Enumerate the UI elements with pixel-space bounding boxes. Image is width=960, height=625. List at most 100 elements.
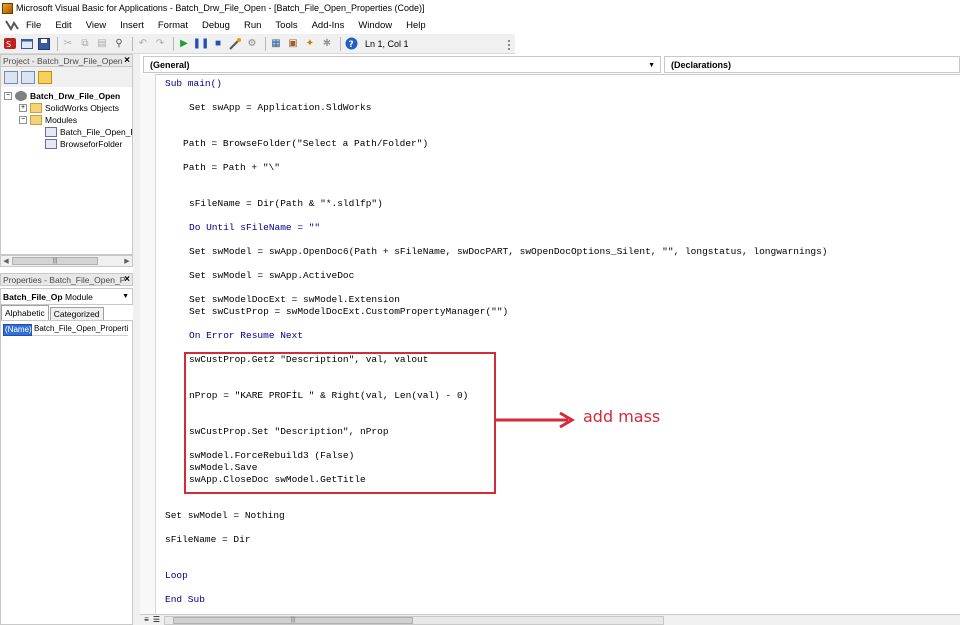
code-line-text: Set swApp = Application.SldWorks [189, 102, 372, 113]
project-explorer-icon[interactable]: ▦ [269, 37, 283, 51]
code-line-text: Set swCustProp = swModelDocExt.CustomPro… [189, 306, 509, 317]
code-line[interactable]: Set swModelDocExt = swModel.Extension [189, 294, 400, 306]
code-line[interactable]: Sub main() [165, 78, 222, 90]
code-line[interactable]: Set swCustProp = swModelDocExt.CustomPro… [189, 306, 508, 318]
scroll-right-icon[interactable]: ▶ [122, 257, 132, 265]
menu-help[interactable]: Help [406, 20, 426, 31]
reset-icon[interactable]: ■ [211, 37, 225, 51]
property-value[interactable]: Batch_File_Open_Properti [32, 324, 128, 336]
code-editor[interactable] [140, 74, 960, 614]
toolbar-separator [340, 36, 341, 51]
run-icon[interactable]: ▶ [177, 37, 191, 51]
project-tree: − Batch_Drw_File_Open + SolidWorks Objec… [0, 87, 133, 255]
chevron-down-icon[interactable]: ▼ [648, 62, 655, 69]
toolbar-separator [265, 36, 266, 51]
tree-module-item[interactable]: BrowseforFolder [45, 138, 122, 150]
title-bar: Microsoft Visual Basic for Applications … [0, 0, 960, 16]
solidworks-icon[interactable]: S [3, 37, 17, 51]
code-line[interactable]: Path = Path + "\" [183, 162, 280, 174]
code-line[interactable]: Loop [165, 570, 188, 582]
menu-window[interactable]: Window [358, 20, 392, 31]
scroll-thumb[interactable]: ||| [173, 617, 413, 624]
tree-module-item[interactable]: Batch_File_Open_Pr [45, 126, 132, 138]
tree-root-label: Batch_Drw_File_Open [30, 91, 121, 101]
properties-object-select[interactable]: Batch_File_Op Module ▼ [0, 288, 133, 305]
code-line[interactable]: Path = BrowseFolder("Select a Path/Folde… [183, 138, 428, 150]
scroll-left-icon[interactable]: ◀ [1, 257, 11, 265]
code-horizontal-scrollbar[interactable]: ||| [164, 616, 664, 625]
menu-insert[interactable]: Insert [120, 20, 144, 31]
save-icon[interactable] [37, 37, 51, 51]
properties-object-kind: Module [65, 291, 93, 302]
procedure-view-icon[interactable]: ≡ [142, 616, 151, 625]
code-line[interactable]: Set swApp = Application.SldWorks [189, 102, 371, 114]
property-row-name[interactable]: (Name) Batch_File_Open_Properti [3, 324, 128, 336]
menu-edit[interactable]: Edit [55, 20, 71, 31]
cut-icon[interactable]: ✂ [61, 37, 75, 51]
copy-icon[interactable]: ⧉ [78, 37, 92, 51]
code-line[interactable]: Set swModel = Nothing [165, 510, 285, 522]
code-line[interactable]: Set swModel = swApp.ActiveDoc [189, 270, 354, 282]
project-toolbar [0, 67, 133, 87]
collapse-icon[interactable]: − [4, 92, 12, 100]
project-horizontal-scrollbar[interactable]: ◀ ||| ▶ [0, 255, 133, 267]
menu-file[interactable]: File [26, 20, 41, 31]
menu-format[interactable]: Format [158, 20, 188, 31]
window-title: Microsoft Visual Basic for Applications … [16, 3, 425, 13]
design-mode-icon[interactable] [228, 37, 242, 51]
code-line[interactable]: On Error Resume Next [189, 330, 303, 342]
tab-alphabetic[interactable]: Alphabetic [1, 305, 49, 320]
module-icon [45, 139, 57, 149]
help-icon[interactable]: ? [344, 37, 358, 51]
code-line-text: Set swModel = swApp.OpenDoc6(Path + sFil… [189, 246, 828, 257]
property-name: (Name) [3, 324, 32, 336]
code-line-text: Set swModelDocExt = swModel.Extension [189, 294, 400, 305]
code-line[interactable]: End Sub [165, 594, 205, 606]
paste-icon[interactable]: ▤ [95, 37, 109, 51]
svg-text:S: S [6, 40, 11, 49]
menu-run[interactable]: Run [244, 20, 261, 31]
toolbox-icon[interactable]: ✱ [320, 37, 334, 51]
code-line[interactable]: Do Until sFileName = "" [189, 222, 320, 234]
collapse-icon[interactable]: − [19, 116, 27, 124]
code-bottom-bar: ≡ ☰ ||| [140, 614, 960, 625]
menu-addins[interactable]: Add-Ins [312, 20, 345, 31]
menu-debug[interactable]: Debug [202, 20, 230, 31]
menu-view[interactable]: View [86, 20, 106, 31]
insert-userform-icon[interactable] [20, 37, 34, 51]
tree-root[interactable]: − Batch_Drw_File_Open [4, 90, 120, 102]
object-combo-value: (General) [150, 59, 190, 70]
redo-icon[interactable]: ↷ [153, 37, 167, 51]
code-line[interactable]: sFileName = Dir(Path & "*.sldlfp") [189, 198, 383, 210]
view-object-icon[interactable] [21, 70, 35, 84]
code-line[interactable]: Set swModel = swApp.OpenDoc6(Path + sFil… [189, 246, 828, 258]
tree-folder-modules[interactable]: − Modules [19, 114, 77, 126]
chevron-down-icon[interactable]: ▼ [122, 293, 129, 300]
references-icon[interactable]: ⚙ [245, 37, 259, 51]
tab-categorized[interactable]: Categorized [49, 307, 104, 320]
toolbar-separator [173, 36, 174, 51]
object-combo[interactable]: (General) ▼ [143, 56, 661, 73]
object-browser-icon[interactable]: ✦ [303, 37, 317, 51]
full-module-view-icon[interactable]: ☰ [152, 616, 161, 625]
scroll-thumb[interactable]: ||| [12, 257, 98, 265]
close-icon[interactable]: × [124, 55, 130, 66]
excel-menu-icon[interactable] [4, 18, 20, 32]
properties-grid: (Name) Batch_File_Open_Properti [0, 320, 133, 625]
pane-splitter[interactable] [133, 54, 140, 625]
toolbar-grip[interactable] [508, 40, 513, 50]
code-line[interactable]: sFileName = Dir [165, 534, 251, 546]
menu-tools[interactable]: Tools [275, 20, 297, 31]
code-line-text: Set swModel = Nothing [165, 510, 285, 521]
toggle-folders-icon[interactable] [38, 70, 52, 84]
properties-window-icon[interactable]: ▣ [286, 37, 300, 51]
code-margin [140, 74, 156, 614]
expand-icon[interactable]: + [19, 104, 27, 112]
find-icon[interactable]: ⚲ [112, 37, 126, 51]
close-icon[interactable]: × [124, 274, 130, 285]
view-code-icon[interactable] [4, 70, 18, 84]
undo-icon[interactable]: ↶ [136, 37, 150, 51]
procedure-combo[interactable]: (Declarations) [664, 56, 960, 73]
break-icon[interactable]: ❚❚ [193, 37, 210, 51]
tree-folder-objects[interactable]: + SolidWorks Objects [19, 102, 119, 114]
